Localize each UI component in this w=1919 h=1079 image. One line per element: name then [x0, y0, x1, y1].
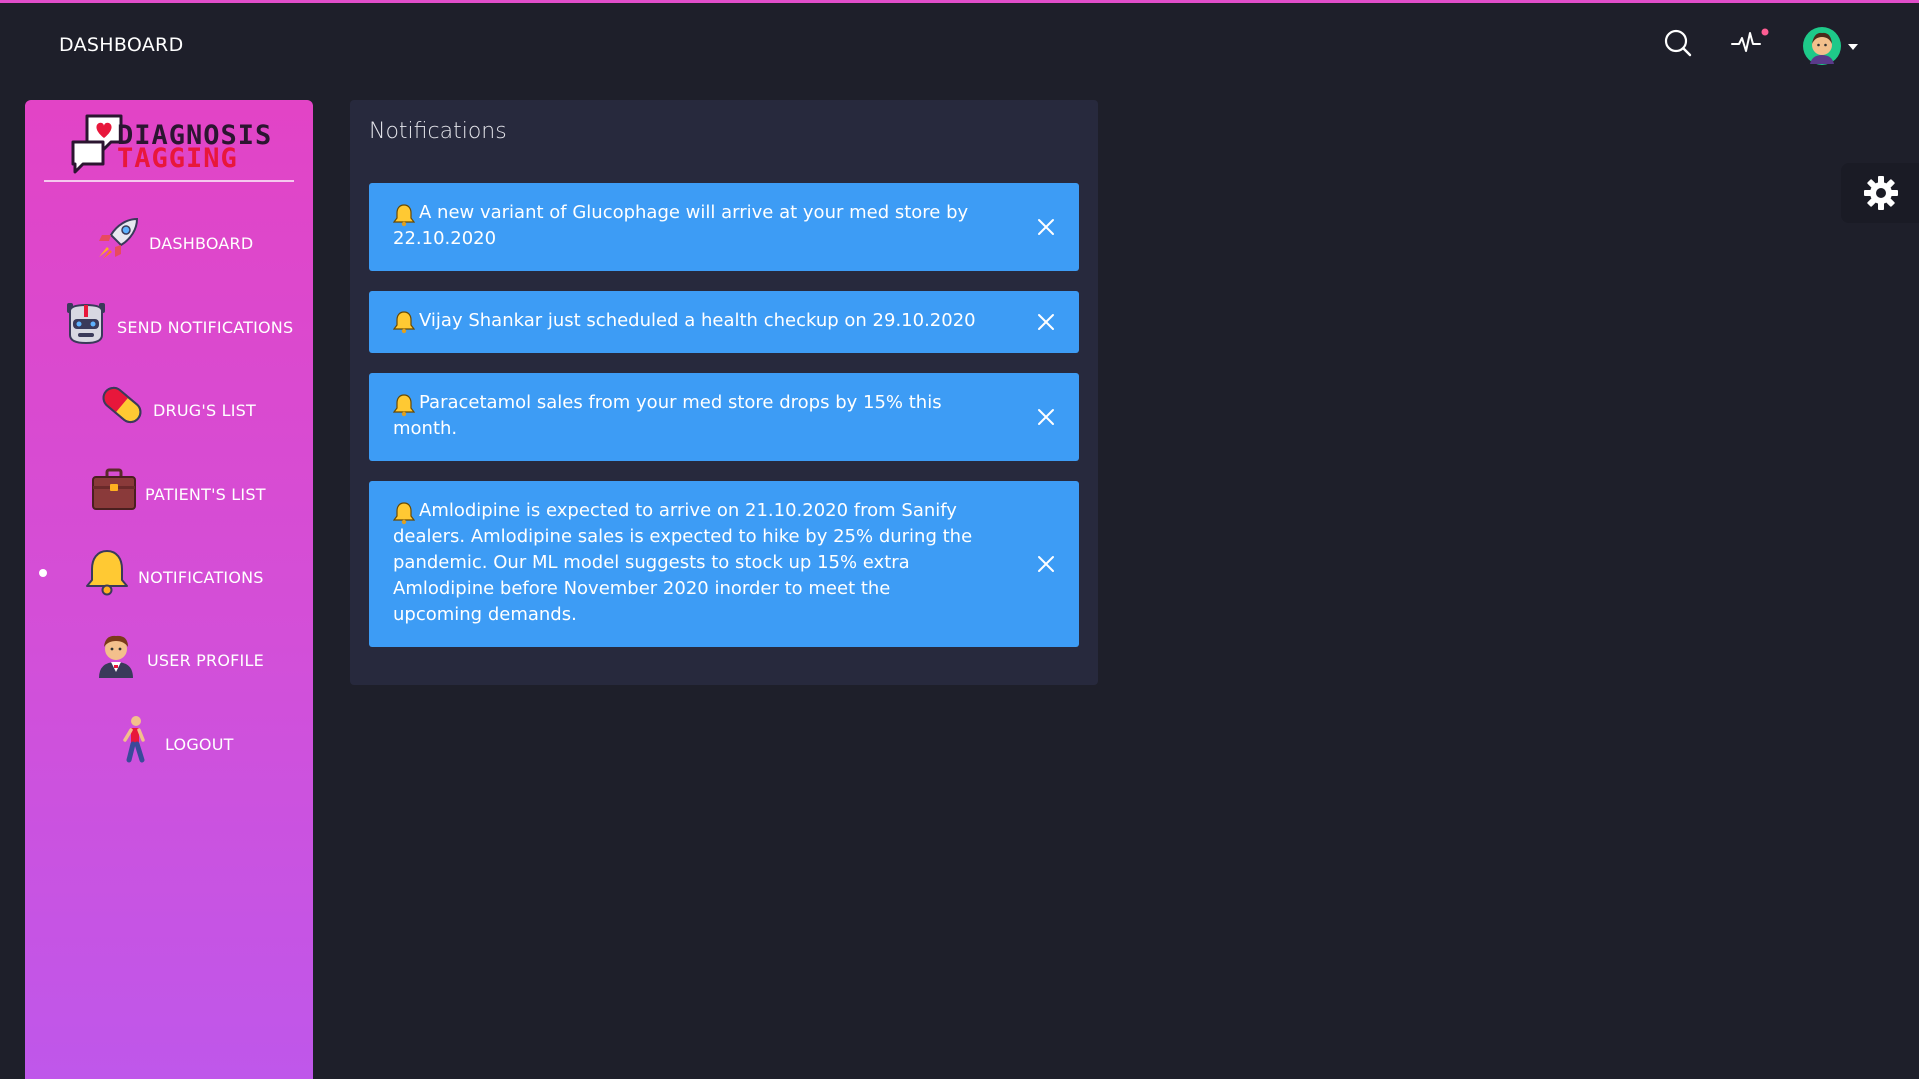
- search-icon[interactable]: [1662, 27, 1694, 59]
- notifications-card: Notifications A new variant of Glucophag…: [350, 100, 1098, 685]
- sidebar-item-patients-list[interactable]: PATIENT'S LIST: [89, 464, 266, 514]
- sidebar-item-dashboard[interactable]: DASHBOARD: [93, 213, 253, 263]
- sidebar: DIAGNOSIS TAGGING DASHBOARD SEND NOTIFIC…: [25, 100, 313, 1079]
- notification-message: A new variant of Glucophage will arrive …: [393, 202, 969, 249]
- close-icon[interactable]: [1037, 408, 1055, 426]
- notification-message: Amlodipine is expected to arrive on 21.1…: [393, 500, 973, 625]
- notification-alert: Amlodipine is expected to arrive on 21.1…: [369, 481, 1079, 647]
- notification-alert: Vijay Shankar just scheduled a health ch…: [369, 291, 1079, 353]
- sidebar-item-label: PATIENT'S LIST: [145, 484, 266, 504]
- card-title: Notifications: [369, 119, 507, 144]
- bell-icon: [86, 550, 128, 596]
- user-icon: [99, 635, 133, 678]
- sidebar-item-user-profile[interactable]: USER PROFILE: [91, 630, 264, 680]
- sidebar-item-label: DRUG'S LIST: [153, 400, 256, 420]
- close-icon[interactable]: [1037, 218, 1055, 236]
- pill-icon: [102, 386, 142, 424]
- active-indicator-dot: [39, 569, 47, 577]
- sidebar-item-label: DASHBOARD: [149, 233, 254, 253]
- logo-divider: [44, 180, 294, 182]
- sidebar-item-label: SEND NOTIFICATIONS: [117, 317, 294, 337]
- activity-icon[interactable]: [1730, 27, 1770, 59]
- close-icon[interactable]: [1037, 555, 1055, 573]
- rocket-icon: [99, 217, 139, 259]
- walking-person-icon: [123, 716, 145, 763]
- gear-icon: [1864, 176, 1898, 210]
- briefcase-icon: [92, 468, 136, 510]
- sidebar-item-label: USER PROFILE: [147, 650, 264, 670]
- avatar-icon[interactable]: [1802, 24, 1864, 68]
- page-title[interactable]: DASHBOARD: [59, 34, 184, 56]
- top-navbar: DASHBOARD: [0, 3, 1919, 89]
- sidebar-item-send-notifications[interactable]: SEND NOTIFICATIONS: [61, 297, 293, 347]
- settings-toggle[interactable]: [1841, 163, 1919, 223]
- logo-text-line2: TAGGING: [117, 143, 238, 174]
- robot-icon: [67, 303, 105, 345]
- notification-alert: A new variant of Glucophage will arrive …: [369, 183, 1079, 271]
- close-icon[interactable]: [1037, 313, 1055, 331]
- app-logo[interactable]: DIAGNOSIS TAGGING: [69, 112, 279, 178]
- sidebar-item-logout[interactable]: LOGOUT: [109, 714, 234, 764]
- sidebar-item-drugs-list[interactable]: DRUG'S LIST: [97, 380, 256, 430]
- notification-message: Vijay Shankar just scheduled a health ch…: [419, 310, 976, 331]
- notification-message: Paracetamol sales from your med store dr…: [393, 392, 942, 439]
- sidebar-item-label: NOTIFICATIONS: [138, 567, 264, 587]
- sidebar-item-notifications[interactable]: NOTIFICATIONS: [82, 547, 264, 597]
- sidebar-item-label: LOGOUT: [165, 734, 234, 754]
- notification-alert: Paracetamol sales from your med store dr…: [369, 373, 1079, 461]
